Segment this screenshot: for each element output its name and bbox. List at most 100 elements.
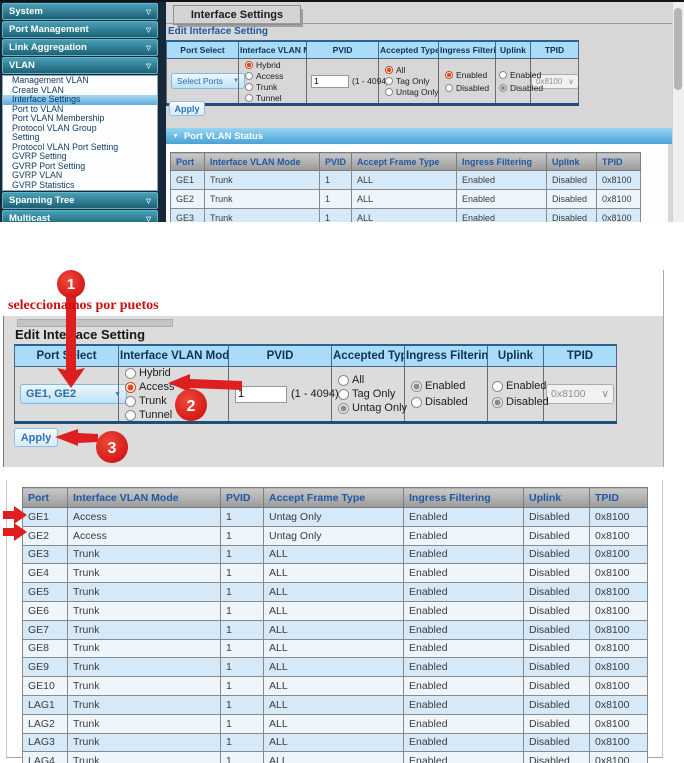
radio-ingress-enabled[interactable] [411,381,422,392]
cell: Disabled [524,658,590,677]
col-ingress-filtering: Ingress Filtering [439,41,496,59]
radio-uplink-enabled[interactable] [499,71,507,79]
radio-label: Enabled [506,380,546,392]
cell: ALL [352,209,457,223]
cell: Disabled [547,190,597,209]
cell: ALL [264,714,404,733]
radio-tag-only[interactable] [338,389,349,400]
radio-ingress-enabled[interactable] [445,71,453,79]
port-select-dropdown[interactable]: Select Ports ▼ [171,73,245,89]
annotation-note: seleccionamos por puetos [8,298,159,314]
port-vlan-status-bar[interactable]: ▼ Port VLAN Status [166,128,672,144]
cell: Disabled [547,209,597,223]
radio-tunnel[interactable] [245,94,253,102]
sidebar-menu-port-management[interactable]: Port Management▽ [2,21,158,38]
cell: Trunk [68,695,221,714]
table-row: GE2Access1Untag OnlyEnabledDisabled0x810… [23,526,648,545]
edit-section-heading: Edit Interface Setting [15,327,145,342]
port-vlan-result-table: Port Interface VLAN Mode PVID Accept Fra… [22,487,648,763]
cell: 1 [221,545,264,564]
apply-button[interactable]: Apply [14,428,58,447]
cell: 1 [320,190,352,209]
chevron-down-icon: ▽ [146,26,151,34]
cell: GE7 [23,620,68,639]
radio-all[interactable] [385,66,393,74]
cell: ALL [264,733,404,752]
pvid-input[interactable] [311,75,349,88]
radio-trunk[interactable] [245,83,253,91]
radio-label: Tag Only [352,388,395,400]
radio-tag-only[interactable] [385,77,393,85]
radio-uplink-disabled[interactable] [499,84,507,92]
cell: ALL [264,620,404,639]
tab-interface-settings[interactable]: Interface Settings [173,5,301,25]
radio-untag-only[interactable] [385,88,393,96]
cell: Enabled [404,695,524,714]
radio-tunnel[interactable] [125,410,136,421]
sidebar-menu-link-aggregation[interactable]: Link Aggregation▽ [2,39,158,56]
cell: 1 [221,677,264,696]
cell: ALL [264,695,404,714]
radio-label: Tag Only [396,76,430,86]
cell: 1 [221,620,264,639]
cell: Enabled [404,752,524,763]
cell: Disabled [547,171,597,190]
zoomed-edit-panel: Edit Interface Setting Port Select Inter… [3,316,664,467]
cell: 0x8100 [590,714,648,733]
radio-uplink-enabled[interactable] [492,381,503,392]
radio-ingress-disabled[interactable] [411,397,422,408]
cell: ALL [352,171,457,190]
radio-label: All [352,374,364,386]
scrollbar-thumb[interactable] [674,8,682,90]
radio-hybrid[interactable] [245,61,253,69]
radio-trunk[interactable] [125,396,136,407]
crop-border [6,480,7,758]
cell: 0x8100 [590,583,648,602]
radio-label: Disabled [425,396,468,408]
crop-border [662,480,663,758]
chevron-down-icon: ▼ [233,78,239,84]
cell: Enabled [404,677,524,696]
port-select-dropdown[interactable]: GE1, GE2 ▼ [20,384,127,404]
cell: Disabled [524,620,590,639]
cell: LAG2 [23,714,68,733]
cell: 1 [221,601,264,620]
horizontal-scrollbar-thumb[interactable] [17,319,173,327]
cell: GE2 [171,190,205,209]
sidebar-menu-system[interactable]: System▽ [2,3,158,20]
sidebar-menu-spanning-tree[interactable]: Spanning Tree▽ [2,192,158,209]
tpid-select[interactable]: 0x8100 ∨ [546,384,614,404]
cell: Disabled [524,545,590,564]
radio-access[interactable] [245,72,253,80]
cell: Access [68,526,221,545]
radio-uplink-disabled[interactable] [492,397,503,408]
cell: LAG3 [23,733,68,752]
radio-untag-only[interactable] [338,403,349,414]
cell: Trunk [205,190,320,209]
radio-label: Trunk [256,82,277,92]
chevron-down-icon: ▽ [146,215,151,223]
col-ingress-filtering: Ingress Filtering [404,488,524,508]
cell: ALL [264,601,404,620]
cell: Enabled [457,190,547,209]
edit-table-header-row: Port Select Interface VLAN Mode PVID Acc… [15,345,617,367]
sidebar-item-protocol-vlan-group-setting[interactable]: Protocol VLAN Group Setting [3,124,157,143]
apply-button[interactable]: Apply [169,101,205,116]
pvid-input[interactable] [235,386,287,403]
edit-table-body-row: Select Ports ▼ Hybrid Access Trunk Tunne… [167,59,579,105]
radio-ingress-disabled[interactable] [445,84,453,92]
radio-all[interactable] [338,375,349,386]
sidebar-menu-vlan[interactable]: VLAN▽ [2,57,158,74]
radio-hybrid[interactable] [125,368,136,379]
cell: ALL [264,545,404,564]
cell: 1 [221,583,264,602]
cell: GE5 [23,583,68,602]
cell: GE3 [171,209,205,223]
sidebar-menu-multicast[interactable]: Multicast▽ [2,210,158,222]
cell: 1 [320,171,352,190]
cell: 0x8100 [590,545,648,564]
radio-access[interactable] [125,382,136,393]
sidebar-item-gvrp-statistics[interactable]: GVRP Statistics [3,181,157,191]
sidebar: System▽Port Management▽Link Aggregation▽… [0,2,166,222]
menu-label: Link Aggregation [9,42,87,53]
